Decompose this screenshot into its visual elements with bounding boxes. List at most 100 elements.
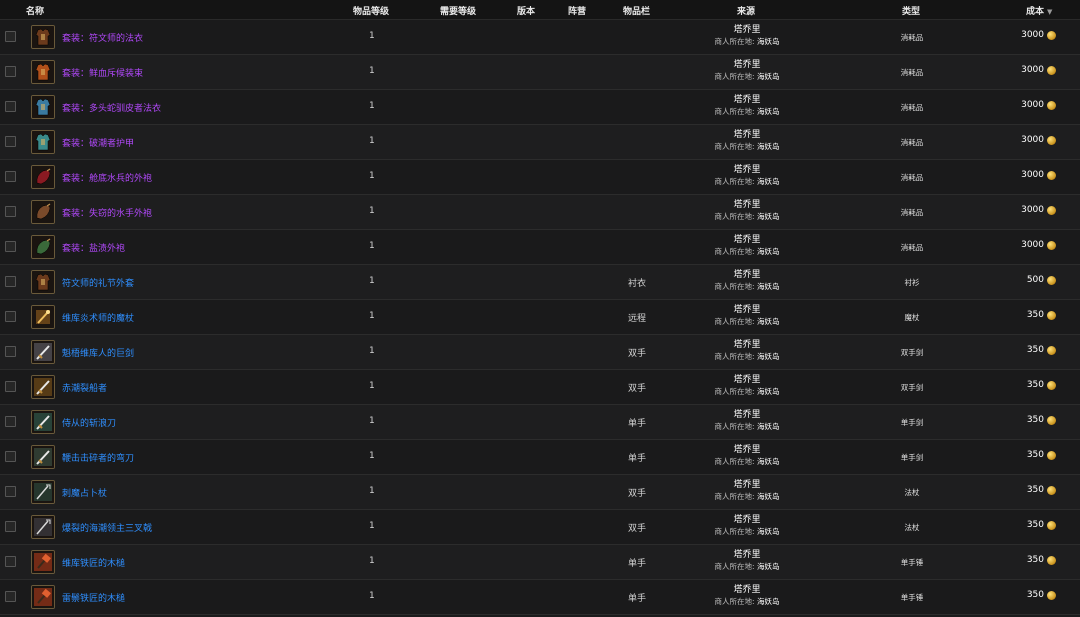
table-row[interactable]: 鞭击击碎者的弯刀 1 单手 塔乔里 商人所在地: 海妖岛 单手剑 350 [0, 440, 1080, 475]
item-name-link[interactable]: 鞭击击碎者的弯刀 [62, 451, 134, 464]
mace-red-icon[interactable] [31, 585, 55, 609]
col-faction-header[interactable]: 阵营 [568, 4, 586, 17]
col-req-level-header[interactable]: 需要等级 [440, 4, 476, 17]
table-row[interactable]: 刺魔占卜杖 1 双手 塔乔里 商人所在地: 海妖岛 法杖 350 [0, 475, 1080, 510]
item-name-link[interactable]: 维库炎术师的魔杖 [62, 311, 134, 324]
armor-teal-icon[interactable] [31, 130, 55, 154]
blade-teal-icon[interactable] [31, 410, 55, 434]
vendor-name-link[interactable]: 塔乔里 [680, 199, 814, 211]
vendor-name-link[interactable]: 塔乔里 [680, 94, 814, 106]
row-checkbox[interactable] [5, 486, 16, 497]
vendor-location-link[interactable]: 海妖岛 [757, 457, 780, 466]
bag-red-icon[interactable] [31, 165, 55, 189]
vendor-name-link[interactable]: 塔乔里 [680, 59, 814, 71]
row-checkbox[interactable] [5, 521, 16, 532]
table-row[interactable]: 维库炎术师的魔杖 1 远程 塔乔里 商人所在地: 海妖岛 魔杖 350 [0, 300, 1080, 335]
robe-brown-icon[interactable] [31, 25, 55, 49]
vendor-location-link[interactable]: 海妖岛 [757, 142, 780, 151]
vendor-location-link[interactable]: 海妖岛 [757, 527, 780, 536]
robe-brown-icon[interactable] [31, 270, 55, 294]
item-name-link[interactable]: 套装：舱底水兵的外袍 [62, 171, 152, 184]
row-checkbox[interactable] [5, 591, 16, 602]
item-name-link[interactable]: 套装：鲜血斥候装束 [62, 66, 143, 79]
col-cost-header[interactable]: 成本 ▼ [1026, 4, 1052, 17]
table-row[interactable]: 侍从的斩浪刀 1 单手 塔乔里 商人所在地: 海妖岛 单手剑 350 [0, 405, 1080, 440]
vendor-name-link[interactable]: 塔乔里 [680, 129, 814, 141]
vendor-location-link[interactable]: 海妖岛 [757, 177, 780, 186]
item-name-link[interactable]: 套装：破潮者护甲 [62, 136, 134, 149]
vendor-name-link[interactable]: 塔乔里 [680, 24, 814, 36]
vendor-name-link[interactable]: 塔乔里 [680, 339, 814, 351]
row-checkbox[interactable] [5, 416, 16, 427]
table-row[interactable]: 套装：多头蛇驯皮者法衣 1 塔乔里 商人所在地: 海妖岛 消耗品 3000 [0, 90, 1080, 125]
row-checkbox[interactable] [5, 206, 16, 217]
row-checkbox[interactable] [5, 381, 16, 392]
item-name-link[interactable]: 刺魔占卜杖 [62, 486, 107, 499]
vendor-location-link[interactable]: 海妖岛 [757, 72, 780, 81]
vendor-name-link[interactable]: 塔乔里 [680, 164, 814, 176]
table-row[interactable]: 套装：舱底水兵的外袍 1 塔乔里 商人所在地: 海妖岛 消耗品 3000 [0, 160, 1080, 195]
vendor-name-link[interactable]: 塔乔里 [680, 234, 814, 246]
vendor-location-link[interactable]: 海妖岛 [757, 492, 780, 501]
col-item-level-header[interactable]: 物品等级 [353, 4, 389, 17]
item-name-link[interactable]: 维库铁匠的木槌 [62, 556, 125, 569]
vendor-name-link[interactable]: 塔乔里 [680, 549, 814, 561]
trident-icon[interactable] [31, 515, 55, 539]
table-row[interactable]: 套装：符文师的法衣 1 塔乔里 商人所在地: 海妖岛 消耗品 3000 [0, 20, 1080, 55]
table-row[interactable]: 套装：破潮者护甲 1 塔乔里 商人所在地: 海妖岛 消耗品 3000 [0, 125, 1080, 160]
armor-orange-icon[interactable] [31, 60, 55, 84]
item-name-link[interactable]: 赤潮裂船者 [62, 381, 107, 394]
staff-icon[interactable] [31, 480, 55, 504]
item-name-link[interactable]: 符文师的礼节外套 [62, 276, 134, 289]
vendor-location-link[interactable]: 海妖岛 [757, 597, 780, 606]
vendor-name-link[interactable]: 塔乔里 [680, 304, 814, 316]
row-checkbox[interactable] [5, 311, 16, 322]
row-checkbox[interactable] [5, 66, 16, 77]
greatsword-icon[interactable] [31, 340, 55, 364]
row-checkbox[interactable] [5, 346, 16, 357]
row-checkbox[interactable] [5, 451, 16, 462]
row-checkbox[interactable] [5, 241, 16, 252]
item-name-link[interactable]: 雷鬃铁匠的木槌 [62, 591, 125, 604]
table-row[interactable]: 符文师的礼节外套 1 衬衣 塔乔里 商人所在地: 海妖岛 衬衫 500 [0, 265, 1080, 300]
table-row[interactable]: 爆裂的海潮领主三叉戟 1 双手 塔乔里 商人所在地: 海妖岛 法杖 350 [0, 510, 1080, 545]
mace-red-icon[interactable] [31, 550, 55, 574]
col-source-header[interactable]: 来源 [737, 4, 755, 17]
item-name-link[interactable]: 套装：符文师的法衣 [62, 31, 143, 44]
vendor-name-link[interactable]: 塔乔里 [680, 409, 814, 421]
item-name-link[interactable]: 套装：失窃的水手外袍 [62, 206, 152, 219]
sword-gold-icon[interactable] [31, 375, 55, 399]
row-checkbox[interactable] [5, 556, 16, 567]
vendor-location-link[interactable]: 海妖岛 [757, 282, 780, 291]
bag-brown-icon[interactable] [31, 200, 55, 224]
vendor-name-link[interactable]: 塔乔里 [680, 269, 814, 281]
col-slot-header[interactable]: 物品栏 [623, 4, 650, 17]
vendor-name-link[interactable]: 塔乔里 [680, 584, 814, 596]
table-row[interactable]: 魁梧维库人的巨剑 1 双手 塔乔里 商人所在地: 海妖岛 双手剑 350 [0, 335, 1080, 370]
bag-green-icon[interactable] [31, 235, 55, 259]
vendor-location-link[interactable]: 海妖岛 [757, 562, 780, 571]
col-version-header[interactable]: 版本 [517, 4, 535, 17]
vendor-location-link[interactable]: 海妖岛 [757, 107, 780, 116]
table-row[interactable]: 赤潮裂船者 1 双手 塔乔里 商人所在地: 海妖岛 双手剑 350 [0, 370, 1080, 405]
armor-blue-icon[interactable] [31, 95, 55, 119]
vendor-location-link[interactable]: 海妖岛 [757, 352, 780, 361]
item-name-link[interactable]: 侍从的斩浪刀 [62, 416, 116, 429]
vendor-location-link[interactable]: 海妖岛 [757, 212, 780, 221]
vendor-location-link[interactable]: 海妖岛 [757, 422, 780, 431]
item-name-link[interactable]: 套装：盐渍外袍 [62, 241, 125, 254]
vendor-name-link[interactable]: 塔乔里 [680, 374, 814, 386]
vendor-name-link[interactable]: 塔乔里 [680, 479, 814, 491]
table-row[interactable]: 套装：盐渍外袍 1 塔乔里 商人所在地: 海妖岛 消耗品 3000 [0, 230, 1080, 265]
vendor-name-link[interactable]: 塔乔里 [680, 514, 814, 526]
vendor-location-link[interactable]: 海妖岛 [757, 317, 780, 326]
table-row[interactable]: 维库铁匠的木槌 1 单手 塔乔里 商人所在地: 海妖岛 单手锤 350 [0, 545, 1080, 580]
table-row[interactable]: 套装：失窃的水手外袍 1 塔乔里 商人所在地: 海妖岛 消耗品 3000 [0, 195, 1080, 230]
row-checkbox[interactable] [5, 171, 16, 182]
row-checkbox[interactable] [5, 101, 16, 112]
vendor-location-link[interactable]: 海妖岛 [757, 387, 780, 396]
table-row[interactable]: 雷鬃铁匠的木槌 1 单手 塔乔里 商人所在地: 海妖岛 单手锤 350 [0, 580, 1080, 615]
item-name-link[interactable]: 爆裂的海潮领主三叉戟 [62, 521, 152, 534]
row-checkbox[interactable] [5, 136, 16, 147]
item-name-link[interactable]: 套装：多头蛇驯皮者法衣 [62, 101, 161, 114]
